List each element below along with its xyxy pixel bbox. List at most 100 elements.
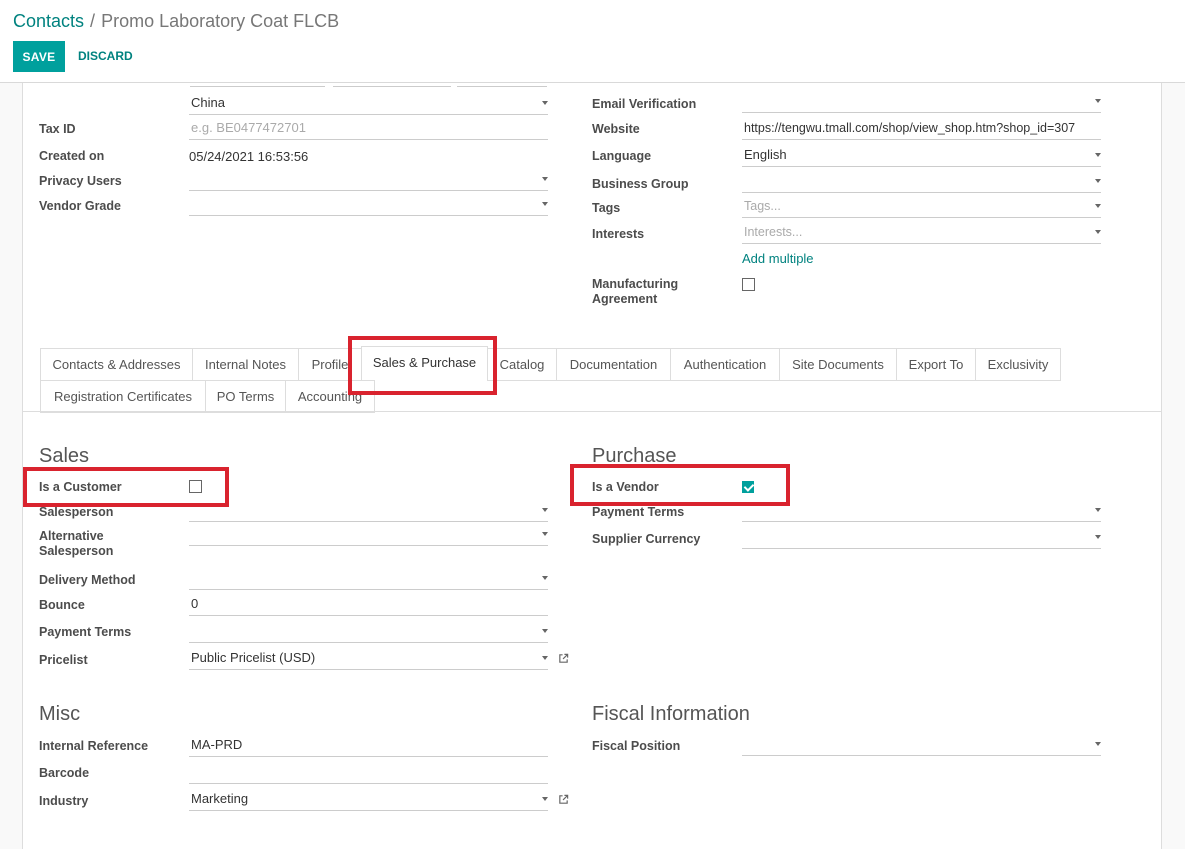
chevron-down-icon	[542, 797, 548, 801]
tab-registration-certificates[interactable]: Registration Certificates	[40, 380, 206, 413]
pricelist-select[interactable]: Public Pricelist (USD)	[189, 648, 548, 670]
add-multiple-link[interactable]: Add multiple	[742, 251, 814, 266]
salesperson-label: Salesperson	[39, 505, 114, 519]
purchase-section-title: Purchase	[592, 445, 677, 467]
language-value: English	[744, 147, 787, 162]
chevron-down-icon	[542, 629, 548, 633]
supplier-currency-label: Supplier Currency	[592, 532, 701, 546]
sales-payment-terms-select[interactable]	[189, 621, 548, 643]
barcode-input[interactable]	[189, 762, 548, 784]
control-panel: Contacts / Promo Laboratory Coat FLCB SAVE…	[0, 0, 1185, 83]
website-value: https://tengwu.tmall.com/shop/view_shop.…	[744, 121, 1076, 135]
salesperson-select[interactable]	[189, 500, 548, 522]
is-vendor-label: Is a Vendor	[592, 480, 659, 494]
tags-label: Tags	[592, 201, 621, 215]
tags-input[interactable]: Tags...	[742, 196, 1101, 218]
tax-id-placeholder: e.g. BE0477472701	[191, 120, 306, 135]
address-city-field[interactable]	[190, 83, 325, 87]
alt-salesperson-line-2: Salesperson	[39, 544, 114, 558]
bounce-input[interactable]: 0	[189, 594, 548, 616]
chevron-down-icon	[542, 101, 548, 105]
email-verification-select[interactable]	[742, 91, 1101, 113]
language-select[interactable]: English	[742, 145, 1101, 167]
tabs-divider	[23, 411, 1161, 412]
interests-placeholder: Interests...	[744, 225, 803, 239]
industry-value: Marketing	[191, 791, 249, 806]
tab-accounting[interactable]: Accounting	[285, 380, 375, 413]
interests-label: Interests	[592, 227, 645, 241]
fiscal-position-select[interactable]	[742, 734, 1101, 756]
interests-input[interactable]: Interests...	[742, 222, 1101, 244]
tab-catalog[interactable]: Catalog	[487, 348, 557, 381]
alt-salesperson-line-1: Alternative	[39, 529, 104, 543]
manufacturing-agreement-checkbox[interactable]	[742, 278, 755, 291]
bounce-value: 0	[191, 596, 199, 611]
industry-label: Industry	[39, 794, 89, 808]
tab-authentication[interactable]: Authentication	[670, 348, 780, 381]
form-sheet: China Tax ID e.g. BE0477472701 Created o…	[22, 83, 1162, 849]
chevron-down-icon	[542, 656, 548, 660]
internal-reference-value: MA-PRD	[191, 737, 243, 752]
privacy-users-select[interactable]	[189, 169, 548, 191]
sales-section-title: Sales	[39, 445, 90, 467]
bounce-label: Bounce	[39, 598, 85, 612]
alternative-salesperson-label: Alternative Salesperson	[39, 529, 113, 559]
tab-site-documents[interactable]: Site Documents	[779, 348, 897, 381]
tags-placeholder: Tags...	[744, 199, 781, 213]
is-customer-label: Is a Customer	[39, 480, 122, 494]
manufacturing-label-line-2: Agreement	[592, 292, 658, 306]
chevron-down-icon	[542, 508, 548, 512]
delivery-method-select[interactable]	[189, 568, 548, 590]
chevron-down-icon	[1095, 179, 1101, 183]
tab-sales-purchase[interactable]: Sales & Purchase	[361, 346, 488, 381]
pricelist-value: Public Pricelist (USD)	[191, 650, 316, 665]
country-select[interactable]: China	[189, 93, 548, 115]
address-zip-field[interactable]	[457, 83, 547, 87]
website-label: Website	[592, 122, 640, 136]
chevron-down-icon	[542, 177, 548, 181]
address-state-field[interactable]	[333, 83, 451, 87]
chevron-down-icon	[542, 532, 548, 536]
internal-reference-label: Internal Reference	[39, 739, 149, 753]
pricelist-label: Pricelist	[39, 653, 88, 667]
is-vendor-checkbox[interactable]	[742, 481, 754, 493]
tab-export-to[interactable]: Export To	[896, 348, 976, 381]
chevron-down-icon	[1095, 742, 1101, 746]
tab-profile[interactable]: Profile	[298, 348, 362, 381]
website-input[interactable]: https://tengwu.tmall.com/shop/view_shop.…	[742, 118, 1101, 140]
chevron-down-icon	[1095, 99, 1101, 103]
fiscal-position-label: Fiscal Position	[592, 739, 681, 753]
sales-payment-terms-label: Payment Terms	[39, 625, 132, 639]
internal-reference-input[interactable]: MA-PRD	[189, 735, 548, 757]
tab-exclusivity[interactable]: Exclusivity	[975, 348, 1061, 381]
tax-id-input[interactable]: e.g. BE0477472701	[189, 118, 548, 140]
tab-internal-notes[interactable]: Internal Notes	[192, 348, 299, 381]
vendor-grade-select[interactable]	[189, 194, 548, 216]
chevron-down-icon	[1095, 230, 1101, 234]
barcode-label: Barcode	[39, 766, 90, 780]
manufacturing-label-line-1: Manufacturing	[592, 277, 679, 291]
industry-select[interactable]: Marketing	[189, 789, 548, 811]
business-group-select[interactable]	[742, 171, 1101, 193]
supplier-currency-select[interactable]	[742, 527, 1101, 549]
chevron-down-icon	[542, 202, 548, 206]
chevron-down-icon	[1095, 153, 1101, 157]
external-link-icon[interactable]	[558, 794, 569, 805]
tab-documentation[interactable]: Documentation	[556, 348, 671, 381]
purchase-payment-terms-select[interactable]	[742, 500, 1101, 522]
tax-id-label: Tax ID	[39, 122, 76, 136]
chevron-down-icon	[1095, 508, 1101, 512]
tab-contacts-addresses[interactable]: Contacts & Addresses	[40, 348, 193, 381]
tab-po-terms[interactable]: PO Terms	[205, 380, 286, 413]
breadcrumb: Contacts / Promo Laboratory Coat FLCB	[13, 11, 339, 32]
chevron-down-icon	[542, 576, 548, 580]
save-button[interactable]: SAVE	[13, 41, 65, 72]
breadcrumb-contacts-link[interactable]: Contacts	[13, 11, 84, 31]
manufacturing-agreement-label: Manufacturing Agreement	[592, 277, 678, 307]
is-customer-checkbox[interactable]	[189, 480, 202, 493]
alternative-salesperson-select[interactable]	[189, 524, 548, 546]
business-group-label: Business Group	[592, 177, 689, 191]
external-link-icon[interactable]	[558, 653, 569, 664]
discard-button[interactable]: DISCARD	[78, 49, 133, 63]
created-on-label: Created on	[39, 149, 105, 163]
